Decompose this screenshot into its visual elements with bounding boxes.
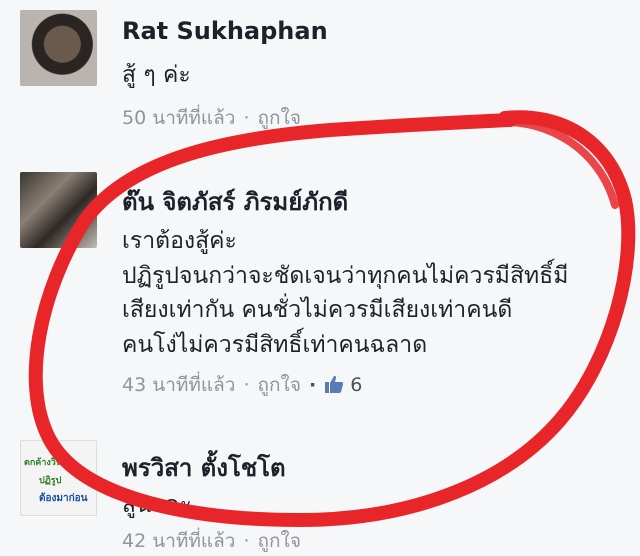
commenter-name[interactable]: Rat Sukhaphan (122, 17, 328, 45)
comment-text-line: สู้นะคะ (122, 492, 192, 518)
like-link[interactable]: ถูกใจ (258, 107, 301, 129)
avatar-text: ต้องมาก่อน (39, 493, 88, 504)
avatar[interactable]: ตกค้างวิน ปฏิรูป ต้องมาก่อน (20, 440, 97, 516)
like-link[interactable]: ถูกใจ (258, 530, 301, 552)
comment-meta: 43 นาทีที่แล้ว · ถูกใจ · 6 (122, 370, 362, 400)
commenter-name[interactable]: ต๊น จิตภัสร์ ภิรมย์ภักดี (122, 182, 348, 221)
separator-dot: · (243, 530, 250, 552)
separator-dot: · (243, 374, 250, 396)
separator-dot: · (308, 374, 317, 396)
separator-dot: · (243, 107, 250, 129)
comment-text-line: สู้ ๆ ค่ะ (122, 62, 191, 88)
like-count[interactable]: 6 (350, 374, 362, 396)
comment-meta: 42 นาทีที่แล้ว · ถูกใจ (122, 526, 301, 556)
comment-text-line: เสียงเท่ากัน คนชั่วไม่ควรมีเสียงเท่าคนดี (122, 297, 513, 323)
avatar[interactable] (20, 10, 97, 86)
avatar-text: ปฏิรูป (39, 476, 62, 486)
thumbs-up-icon[interactable] (324, 374, 344, 394)
comment-text-line: คนโง่ไม่ควรมีสิทธิ์เท่าคนฉลาด (122, 332, 428, 358)
avatar[interactable] (20, 172, 97, 248)
timestamp[interactable]: 42 นาทีที่แล้ว (122, 530, 235, 552)
commenter-name[interactable]: พรวิสา ตั้งโชโต (122, 448, 286, 487)
timestamp[interactable]: 43 นาทีที่แล้ว (122, 374, 235, 396)
avatar-text: ตกค้างวิน (24, 458, 62, 468)
comment-text-line: ปฏิรูปจนกว่าจะชัดเจนว่าทุกคนไม่ควรมีสิทธ… (122, 263, 569, 289)
like-link[interactable]: ถูกใจ (258, 374, 301, 396)
comment-meta: 50 นาทีที่แล้ว · ถูกใจ (122, 103, 301, 133)
timestamp[interactable]: 50 นาทีที่แล้ว (122, 107, 235, 129)
comment-text-line: เราต้องสู้ค่ะ (122, 228, 237, 254)
